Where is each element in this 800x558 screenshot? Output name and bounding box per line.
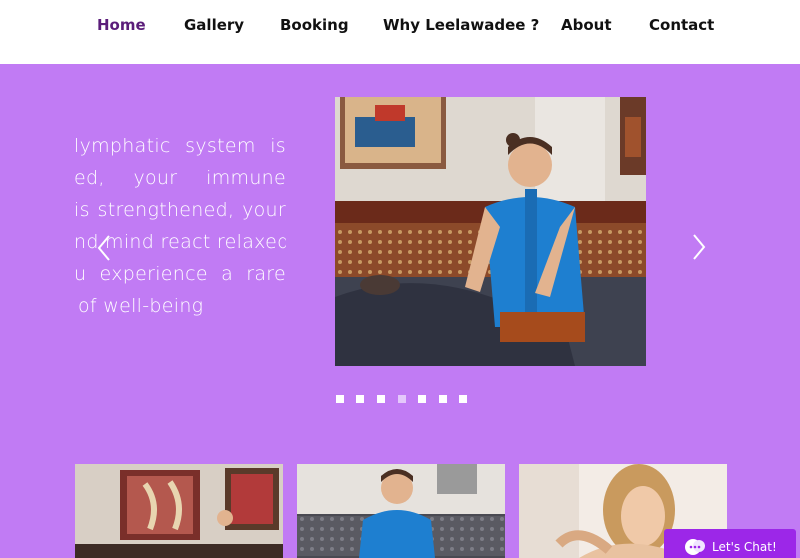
chevron-right-icon xyxy=(693,234,706,260)
slider-dot[interactable] xyxy=(459,395,467,403)
chat-button[interactable]: Let's Chat! xyxy=(664,529,796,558)
slider-next-button[interactable] xyxy=(689,232,709,262)
nav-about[interactable]: About xyxy=(561,16,612,34)
thumbnail-therapist[interactable] xyxy=(297,464,505,558)
nav-contact[interactable]: Contact xyxy=(649,16,714,34)
main-nav: Home Gallery Booking Why Leelawadee ? Ab… xyxy=(0,0,800,64)
slider-dot-active[interactable] xyxy=(398,395,406,403)
chat-bubble-icon xyxy=(684,538,706,556)
slide-image xyxy=(335,97,646,366)
nav-gallery[interactable]: Gallery xyxy=(184,16,244,34)
slider-dot[interactable] xyxy=(439,395,447,403)
slider-prev-button[interactable] xyxy=(95,233,115,263)
chat-label: Let's Chat! xyxy=(712,540,777,554)
hero-text-line: of well-being xyxy=(78,295,204,317)
slider-dot[interactable] xyxy=(418,395,426,403)
slider-dot[interactable] xyxy=(356,395,364,403)
hero-text: lymphatic system is ed, your immune is s… xyxy=(74,130,286,320)
nav-why-leelawadee[interactable]: Why Leelawadee ? xyxy=(383,16,539,34)
nav-booking[interactable]: Booking xyxy=(280,16,349,34)
hero-text-line: ed, your immune xyxy=(74,167,286,189)
thumbnail-massage-room[interactable] xyxy=(75,464,283,558)
slider-dot[interactable] xyxy=(377,395,385,403)
nav-home[interactable]: Home xyxy=(97,16,146,34)
hero-text-line: lymphatic system is xyxy=(74,135,286,157)
hero-text-line: is strengthened, your xyxy=(74,199,286,221)
chevron-left-icon xyxy=(97,235,110,261)
slider-dot[interactable] xyxy=(336,395,344,403)
